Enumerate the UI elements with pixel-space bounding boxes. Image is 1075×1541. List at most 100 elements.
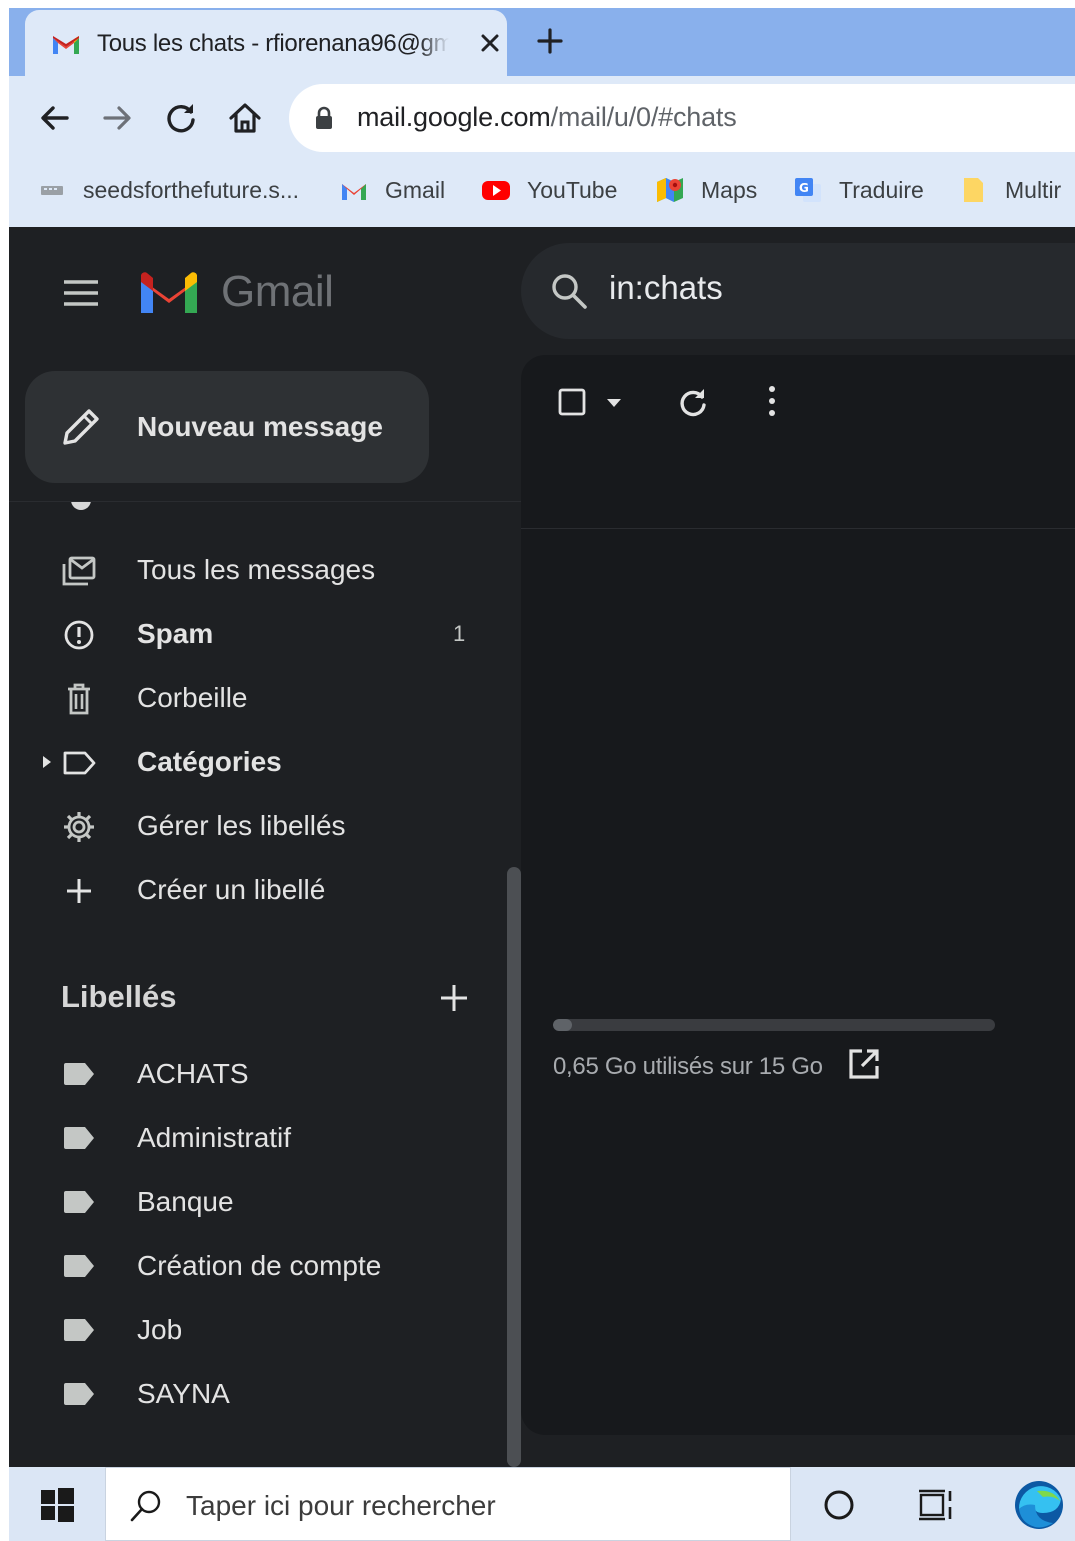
all-mail-icon: [62, 556, 96, 586]
bookmark-label: YouTube: [527, 176, 618, 203]
sidebar-scrollbar[interactable]: [507, 867, 521, 1467]
storage-progress-bar: [553, 1019, 995, 1031]
refresh-icon[interactable]: [675, 385, 711, 421]
url-text: mail.google.com/mail/u/0/#chats: [357, 102, 737, 133]
label-item[interactable]: ACHATS: [9, 1042, 521, 1106]
folder-icon: [964, 178, 983, 202]
label-name: Création de compte: [137, 1250, 382, 1281]
main-panel: 0,65 Go utilisés sur 15 Go: [521, 355, 1075, 1435]
maps-icon: [657, 178, 683, 202]
label-tag-icon: [64, 1063, 94, 1085]
gmail-logo-icon[interactable]: [137, 269, 201, 317]
address-bar[interactable]: mail.google.com/mail/u/0/#chats: [289, 84, 1075, 152]
gmail-icon: [342, 184, 366, 200]
label-outline-icon: [63, 751, 96, 775]
taskbar-search-box[interactable]: Taper ici pour rechercher: [105, 1467, 791, 1541]
nav-item-all-mail[interactable]: Tous les messages: [9, 538, 521, 602]
nav-label: Catégories: [137, 746, 282, 777]
label-item[interactable]: SAYNA: [9, 1362, 521, 1426]
taskbar-search-placeholder: Taper ici pour rechercher: [186, 1490, 496, 1521]
tab-title: Tous les chats - rfiorenana96@gmail.com: [97, 30, 449, 58]
pencil-icon: [63, 409, 99, 445]
bookmark-folder[interactable]: Multir: [959, 168, 1061, 212]
gmail-favicon-icon: [53, 36, 79, 54]
nav-label: Spam: [137, 618, 214, 649]
label-tag-icon: [64, 1191, 94, 1213]
nav-label: Créer un libellé: [137, 874, 326, 905]
compose-label: Nouveau message: [137, 411, 383, 442]
compose-button[interactable]: Nouveau message: [25, 371, 429, 483]
cortana-circle-icon[interactable]: [821, 1487, 857, 1523]
gmail-wordmark: Gmail: [221, 267, 334, 316]
nav-item-manage-labels[interactable]: Gérer les libellés: [9, 794, 521, 858]
label-tag-icon: [64, 1319, 94, 1341]
tab-strip: Tous les chats - rfiorenana96@gmail.com: [9, 8, 1075, 76]
nav-item-spam[interactable]: Spam 1: [9, 602, 521, 666]
translate-icon: G: [795, 178, 821, 202]
windows-start-icon[interactable]: [39, 1487, 75, 1523]
home-icon[interactable]: [227, 100, 263, 136]
hamburger-menu-icon[interactable]: [61, 277, 101, 309]
svg-text:G: G: [799, 181, 809, 195]
search-input[interactable]: in:chats: [609, 269, 723, 307]
search-icon: [130, 1490, 161, 1522]
search-bar[interactable]: in:chats: [521, 243, 1075, 339]
label-tag-icon: [64, 1127, 94, 1149]
windows-taskbar: Taper ici pour rechercher: [9, 1467, 1075, 1541]
new-tab-plus-icon[interactable]: [535, 26, 565, 56]
edge-browser-icon[interactable]: [1013, 1479, 1065, 1531]
label-name: SAYNA: [137, 1378, 230, 1409]
nav-item-create-label[interactable]: Créer un libellé: [9, 858, 521, 922]
more-options-icon[interactable]: [765, 383, 779, 419]
trash-icon: [68, 683, 90, 715]
label-item[interactable]: Job: [9, 1298, 521, 1362]
label-name: Administratif: [137, 1122, 292, 1153]
bookmark-label: Maps: [701, 176, 758, 203]
nav-label: Gérer les libellés: [137, 810, 346, 841]
bookmark-maps[interactable]: Maps: [655, 168, 757, 212]
bookmarks-bar: seedsforthefuture.s... Gmail YouTube Map…: [9, 168, 1075, 212]
nav-item-trash[interactable]: Corbeille: [9, 666, 521, 730]
label-name: Banque: [137, 1186, 234, 1217]
label-item[interactable]: Création de compte: [9, 1234, 521, 1298]
bookmark-label: Multir: [1005, 176, 1062, 203]
nav-label: Tous les messages: [137, 554, 376, 585]
back-arrow-icon[interactable]: [37, 100, 73, 136]
bookmark-traduire[interactable]: G Traduire: [793, 168, 924, 212]
bookmark-youtube[interactable]: YouTube: [481, 168, 617, 212]
label-name: ACHATS: [137, 1058, 249, 1089]
forward-arrow-icon[interactable]: [99, 100, 135, 136]
sidebar-scrolled-item: [9, 501, 521, 515]
nav-label: Corbeille: [137, 682, 248, 713]
bookmark-seedsforthefuture[interactable]: seedsforthefuture.s...: [37, 168, 299, 212]
close-icon[interactable]: [477, 30, 503, 56]
url-path: /mail/u/0/#chats: [550, 102, 737, 132]
reload-icon[interactable]: [163, 100, 199, 136]
bookmark-label: Gmail: [385, 176, 446, 203]
site-icon: [41, 186, 63, 195]
spam-icon: [64, 620, 94, 650]
bookmark-gmail[interactable]: Gmail: [339, 168, 445, 212]
select-checkbox-icon[interactable]: [557, 387, 587, 417]
bookmark-label: seedsforthefuture.s...: [83, 176, 300, 203]
label-name: Job: [137, 1314, 183, 1345]
spam-count-badge: 1: [453, 621, 466, 646]
plus-icon: [67, 879, 91, 903]
toolbar-divider: [521, 528, 1075, 529]
task-view-icon[interactable]: [917, 1487, 957, 1523]
browser-chrome: Tous les chats - rfiorenana96@gmail.com …: [9, 8, 1075, 227]
search-icon[interactable]: [549, 271, 589, 311]
browser-tab-active[interactable]: Tous les chats - rfiorenana96@gmail.com: [25, 10, 507, 76]
label-item[interactable]: Administratif: [9, 1106, 521, 1170]
label-item[interactable]: Banque: [9, 1170, 521, 1234]
add-label-plus-icon[interactable]: [437, 981, 471, 1015]
storage-usage-text: 0,65 Go utilisés sur 15 Go: [553, 1053, 823, 1080]
lock-icon: [316, 106, 332, 129]
chevron-down-icon[interactable]: [605, 397, 623, 409]
expand-caret-icon[interactable]: [41, 754, 53, 770]
gear-icon: [64, 812, 94, 842]
labels-heading: Libellés: [61, 979, 177, 1014]
youtube-icon: [482, 181, 510, 200]
open-external-icon[interactable]: [847, 1047, 881, 1081]
nav-item-categories[interactable]: Catégories: [9, 730, 521, 794]
